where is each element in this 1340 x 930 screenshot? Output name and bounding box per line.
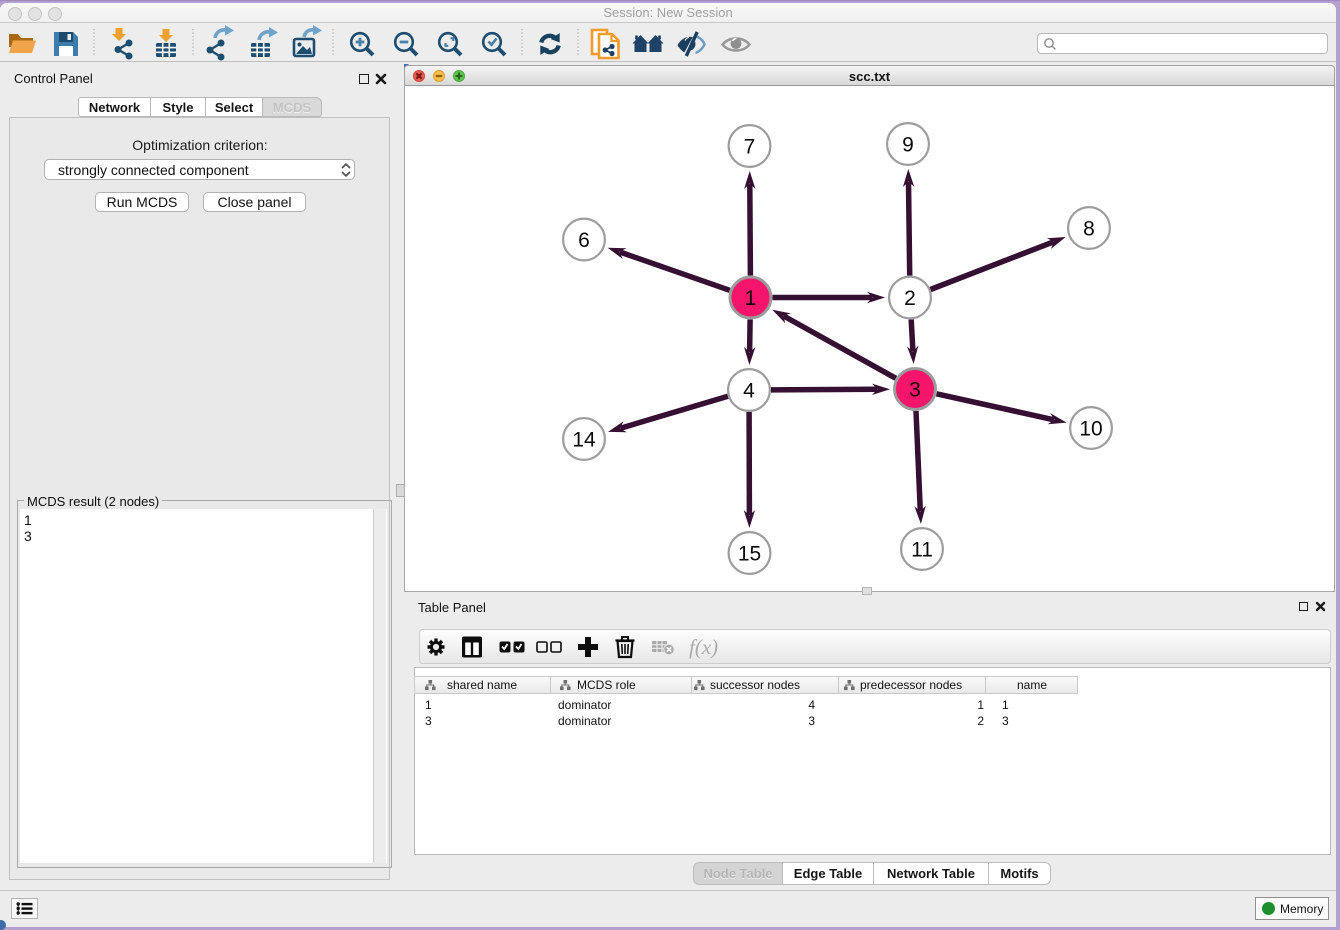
svg-text:9: 9 xyxy=(902,134,914,157)
svg-text:15: 15 xyxy=(738,543,761,566)
svg-text:1: 1 xyxy=(745,287,757,310)
svg-text:11: 11 xyxy=(911,539,933,562)
svg-text:6: 6 xyxy=(578,229,590,252)
svg-text:10: 10 xyxy=(1079,418,1102,441)
svg-text:3: 3 xyxy=(909,379,921,402)
svg-text:4: 4 xyxy=(743,380,755,403)
svg-text:14: 14 xyxy=(572,429,596,452)
svg-text:2: 2 xyxy=(904,287,916,310)
svg-text:7: 7 xyxy=(744,136,756,159)
svg-text:f(x): f(x) xyxy=(689,635,718,659)
svg-text:8: 8 xyxy=(1083,218,1095,241)
